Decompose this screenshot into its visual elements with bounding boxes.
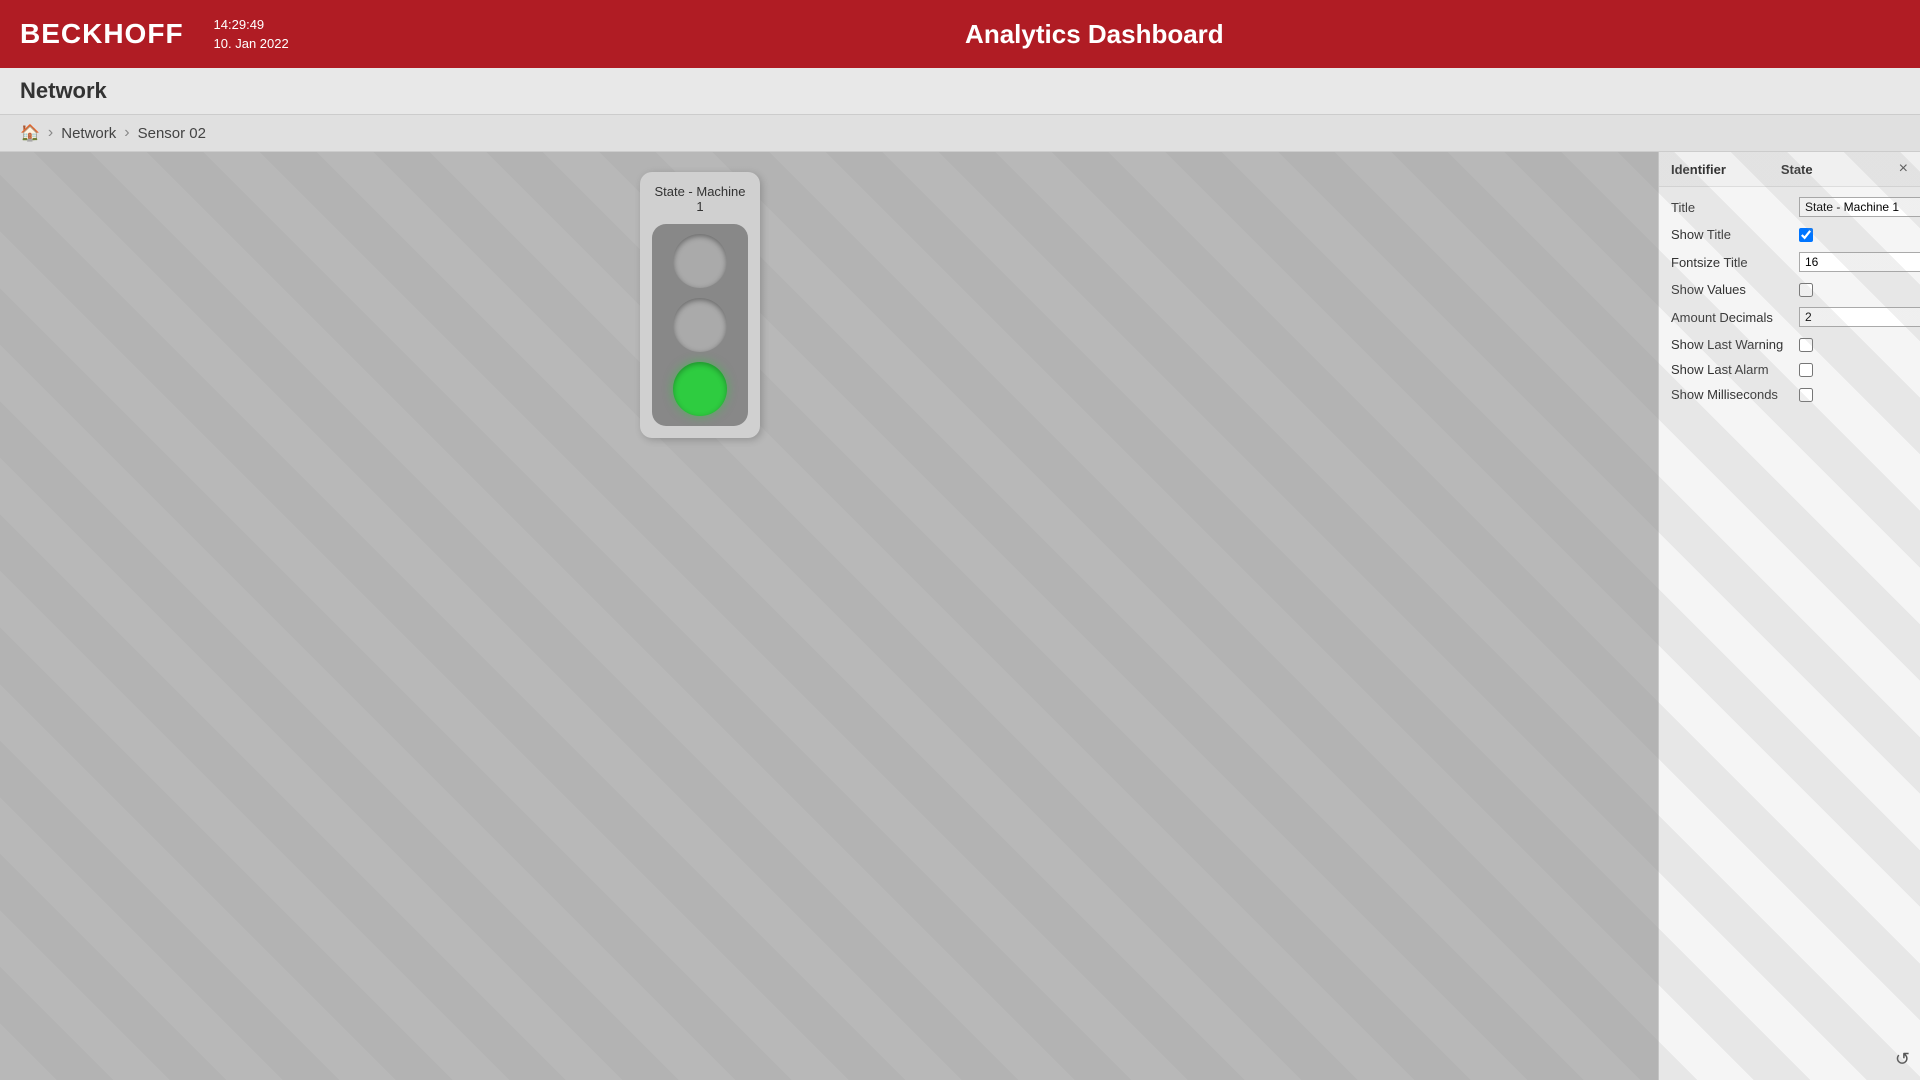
logo-area: BECKHOFF — [20, 20, 184, 48]
panel-header-col1: Identifier — [1671, 162, 1781, 177]
home-icon[interactable]: 🏠 — [20, 123, 40, 143]
light-green — [673, 362, 727, 416]
panel-header: Identifier State × — [1659, 152, 1920, 187]
refresh-icon[interactable]: ↺ — [1895, 1049, 1910, 1070]
title-input[interactable] — [1799, 197, 1920, 217]
amount-decimals-input[interactable] — [1799, 307, 1920, 327]
light-yellow — [673, 298, 727, 352]
datetime-line1: 14:29:49 — [214, 15, 289, 35]
breadcrumb-network[interactable]: Network — [61, 125, 116, 142]
show-last-alarm-label: Show Last Alarm — [1671, 362, 1791, 377]
light-red — [673, 234, 727, 288]
fontsize-title-input[interactable] — [1799, 252, 1920, 272]
breadcrumb-separator-1: › — [48, 124, 53, 142]
sub-header-label: Network — [20, 78, 107, 103]
panel-row-show-milliseconds: Show Milliseconds — [1671, 387, 1908, 402]
app-title: Analytics Dashboard — [289, 19, 1900, 50]
logo-text: BECKHOFF — [20, 20, 184, 48]
breadcrumb-sensor: Sensor 02 — [138, 125, 206, 142]
panel-row-title: Title — [1671, 197, 1908, 217]
sub-header: Network — [0, 68, 1920, 115]
panel-row-show-values: Show Values — [1671, 282, 1908, 297]
panel-row-fontsize: Fontsize Title — [1671, 252, 1908, 272]
datetime-display: 14:29:49 10. Jan 2022 — [214, 15, 289, 54]
show-milliseconds-label: Show Milliseconds — [1671, 387, 1791, 402]
fontsize-title-label: Fontsize Title — [1671, 255, 1791, 270]
title-label: Title — [1671, 200, 1791, 215]
panel-row-amount-decimals: Amount Decimals — [1671, 307, 1908, 327]
panel-row-show-last-alarm: Show Last Alarm — [1671, 362, 1908, 377]
right-panel: Identifier State × Title Show Title Font… — [1658, 152, 1920, 1080]
panel-row-show-title: Show Title — [1671, 227, 1908, 242]
app-header: BECKHOFF 14:29:49 10. Jan 2022 Analytics… — [0, 0, 1920, 68]
show-values-label: Show Values — [1671, 282, 1791, 297]
breadcrumb: 🏠 › Network › Sensor 02 — [0, 115, 1920, 152]
breadcrumb-separator-2: › — [124, 124, 129, 142]
main-content: State - Machine 1 Identifier State × Tit… — [0, 152, 1920, 1080]
show-last-alarm-checkbox[interactable] — [1799, 363, 1813, 377]
panel-row-show-last-warning: Show Last Warning — [1671, 337, 1908, 352]
datetime-line2: 10. Jan 2022 — [214, 34, 289, 54]
widget-title: State - Machine 1 — [652, 184, 748, 214]
dashboard-area: State - Machine 1 — [0, 152, 1658, 1080]
panel-body: Title Show Title Fontsize Title Show Val… — [1659, 187, 1920, 412]
traffic-light-body — [652, 224, 748, 426]
show-values-checkbox[interactable] — [1799, 283, 1813, 297]
panel-bottom: ↺ — [1659, 1039, 1920, 1080]
show-last-warning-label: Show Last Warning — [1671, 337, 1791, 352]
show-title-label: Show Title — [1671, 227, 1791, 242]
traffic-light-widget[interactable]: State - Machine 1 — [640, 172, 760, 438]
show-title-checkbox[interactable] — [1799, 228, 1813, 242]
panel-header-col2: State — [1781, 162, 1891, 177]
panel-close-button[interactable]: × — [1891, 160, 1908, 178]
show-milliseconds-checkbox[interactable] — [1799, 388, 1813, 402]
show-last-warning-checkbox[interactable] — [1799, 338, 1813, 352]
amount-decimals-label: Amount Decimals — [1671, 310, 1791, 325]
